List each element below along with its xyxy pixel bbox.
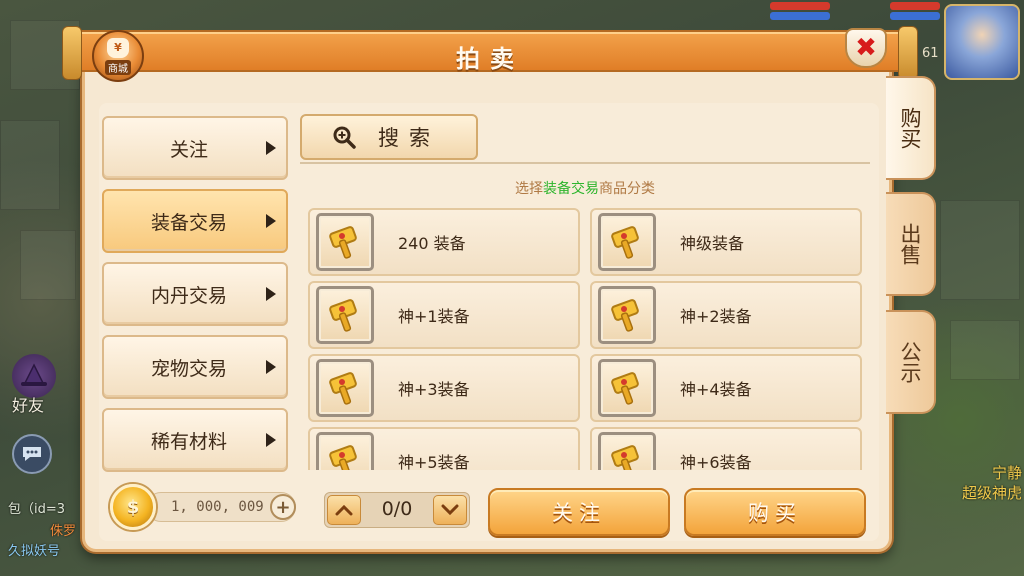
hammer-icon [316,359,374,417]
chat-bubble-icon [23,447,41,461]
category-label: 宠物交易 [150,357,227,380]
page-down-button[interactable] [433,495,467,525]
page-up-button[interactable] [327,495,361,525]
currency-amount: 1, 000, 009 [171,499,264,515]
item-name: 神+2装备 [680,307,752,326]
category-label: 内丹交易 [150,284,227,307]
item-grid[interactable]: 240 装备 神级装备 神+1装备 神+2装备 神+3装备 神+4装备 神+5装… [300,204,870,470]
arrow-right-icon [266,214,276,228]
item-name: 神级装备 [680,234,745,253]
shop-button[interactable]: ¥ 商城 [92,30,144,82]
item-card[interactable]: 神+4装备 [590,354,862,422]
arrow-right-icon [266,287,276,301]
divider [300,162,870,164]
item-card[interactable]: 神+3装备 [308,354,580,422]
pet-mp-bar [890,12,940,20]
money-bag-icon: ¥ [107,37,129,58]
category-elixir[interactable]: 内丹交易 [102,262,288,326]
item-name: 神+3装备 [398,380,470,399]
chat-line-1: 包（id=3 [8,502,66,517]
buy-button[interactable]: 购买 [684,488,866,536]
tab-public-label: 公示 [898,341,922,383]
tab-buy-label: 购买 [898,107,922,149]
hammer-icon [598,432,656,470]
coin-icon: $ [110,484,156,530]
search-button[interactable]: 搜索 [300,114,478,160]
add-currency-button[interactable]: + [270,494,296,520]
category-hint: 选择装备交易商品分类 [300,178,870,198]
close-icon: ✖ [855,33,877,63]
hammer-icon [598,213,656,271]
player-mp-bar [770,12,830,20]
hammer-icon [598,359,656,417]
arrow-right-icon [266,360,276,374]
item-name: 神+4装备 [680,380,752,399]
player-hp-bar [770,2,830,10]
item-card[interactable]: 神+2装备 [590,281,862,349]
tab-sell-label: 出售 [898,223,922,265]
category-label: 装备交易 [150,211,227,234]
npc-title: 宁静 [991,464,1022,482]
page-indicator: 0/0 [381,498,413,520]
hammer-icon [316,213,374,271]
pet-hp-bar [890,2,940,10]
npc-name: 超级神虎 [961,484,1022,502]
chevron-up-icon [335,504,353,516]
hammer-icon [316,432,374,470]
category-watch[interactable]: 关注 [102,116,288,180]
item-card[interactable]: 240 装备 [308,208,580,276]
hint-suffix: 商品分类 [599,181,655,197]
shop-label: 商城 [105,59,131,75]
chat-name: 侏罗 [50,524,77,539]
hammer-icon [316,286,374,344]
category-equipment[interactable]: 装备交易 [102,189,288,253]
title-bar: 拍卖 [62,26,918,80]
search-icon [333,126,356,149]
chat-button[interactable] [12,434,52,474]
item-name: 神+1装备 [398,307,470,326]
watch-button[interactable]: 关注 [488,488,670,536]
witch-hat-icon [21,363,47,386]
chevron-down-icon [441,504,459,516]
arrow-right-icon [266,141,276,155]
hammer-icon [598,286,656,344]
close-button[interactable]: ✖ [845,28,887,68]
item-card[interactable]: 神+1装备 [308,281,580,349]
category-pet[interactable]: 宠物交易 [102,335,288,399]
tab-sell[interactable]: 出售 [886,192,936,296]
search-label: 搜索 [378,126,440,150]
arrow-right-icon [266,433,276,447]
category-label: 关注 [169,138,208,161]
friends-label: 好友 [12,396,45,415]
item-name: 神+5装备 [398,453,470,470]
player-level: 61 [922,46,939,61]
coin-symbol: $ [126,496,140,518]
item-name: 神+6装备 [680,453,752,470]
chat-line-2: 久拟妖号 [8,544,61,559]
tab-public[interactable]: 公示 [886,310,936,414]
item-name: 240 装备 [398,234,466,253]
hint-prefix: 选择 [515,181,543,197]
item-card[interactable]: 神级装备 [590,208,862,276]
item-card[interactable]: 神+5装备 [308,427,580,470]
player-portrait[interactable] [944,4,1020,80]
hint-highlight: 装备交易 [543,181,599,197]
category-label: 稀有材料 [150,430,227,453]
tab-buy[interactable]: 购买 [886,76,936,180]
category-rare-materials[interactable]: 稀有材料 [102,408,288,472]
item-card[interactable]: 神+6装备 [590,427,862,470]
page-title: 拍卖 [456,45,524,73]
pager: 0/0 [324,492,470,528]
